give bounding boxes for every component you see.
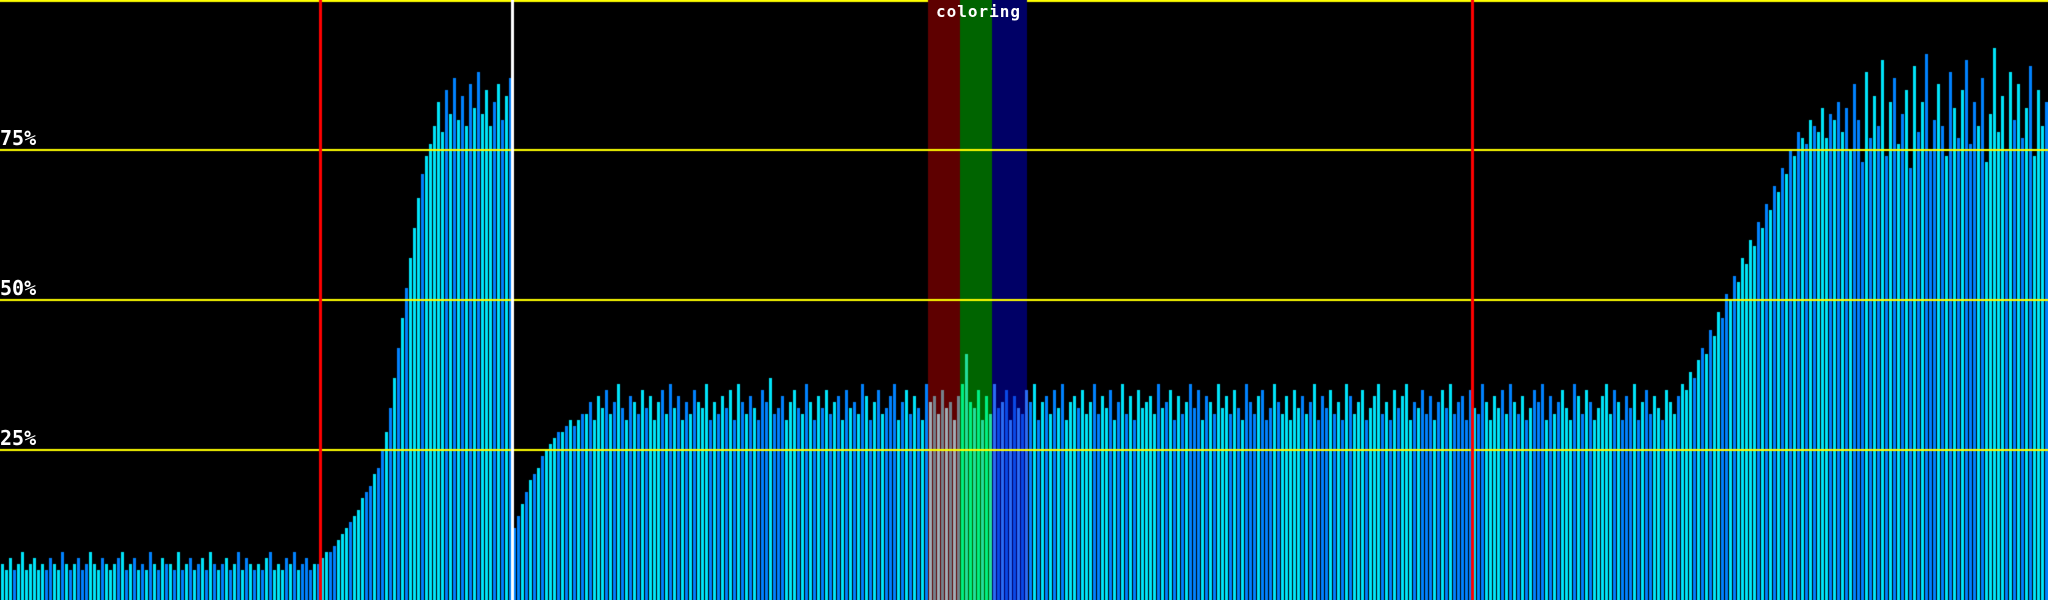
y-axis-label-25: 25% <box>0 428 36 448</box>
y-axis-label-75: 75% <box>0 128 36 148</box>
histogram-canvas <box>0 0 2048 600</box>
usage-histogram-screen: 75% 50% 25% coloring <box>0 0 2048 600</box>
y-axis-label-50: 50% <box>0 278 36 298</box>
coloring-legend-label: coloring <box>936 3 1021 21</box>
